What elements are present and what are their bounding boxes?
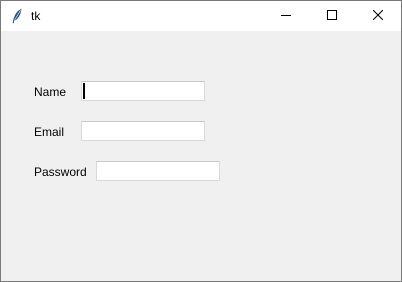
email-label: Email: [34, 125, 65, 139]
close-icon: [372, 9, 384, 23]
name-input[interactable]: [81, 81, 205, 101]
window-title: tk: [31, 9, 41, 23]
password-label: Password: [34, 165, 87, 179]
minimize-button[interactable]: [263, 1, 309, 31]
title-bar[interactable]: tk: [1, 1, 401, 31]
maximize-icon: [327, 9, 337, 23]
client-area: Name Email Password: [1, 31, 401, 281]
close-button[interactable]: [355, 1, 401, 31]
password-input[interactable]: [96, 161, 220, 181]
feather-icon: [11, 8, 23, 24]
maximize-button[interactable]: [309, 1, 355, 31]
email-input[interactable]: [81, 121, 205, 141]
app-window: tk Name Email Password: [0, 0, 402, 282]
text-cursor: [83, 83, 85, 99]
minimize-icon: [281, 9, 291, 23]
name-label: Name: [34, 85, 67, 99]
